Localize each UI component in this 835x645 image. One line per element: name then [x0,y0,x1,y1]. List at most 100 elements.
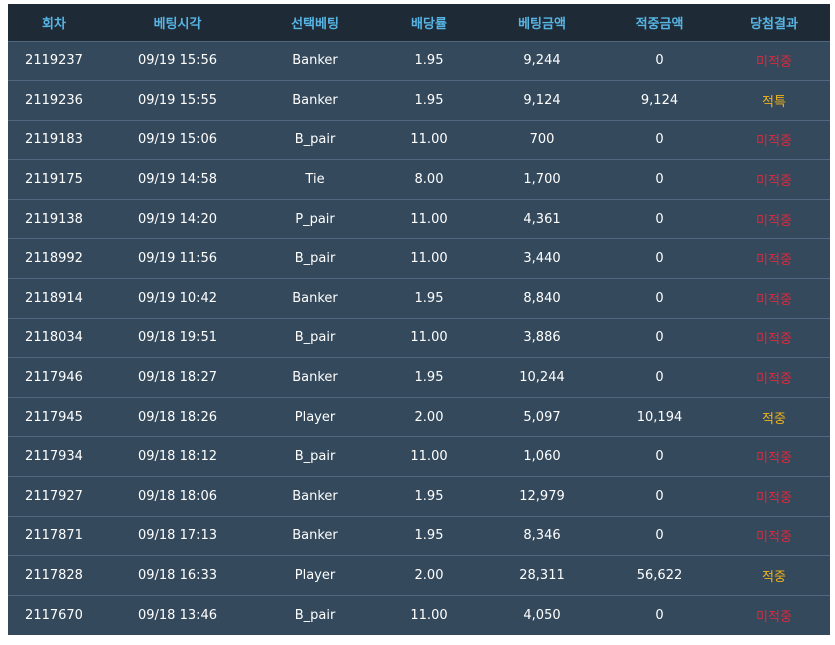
pick-cell: Banker [292,290,338,306]
round-cell: 2119237 [25,53,83,69]
payout-cell: 9,124 [640,92,679,108]
bet-amount-cell: 8,840 [523,290,561,306]
pick-cell: Tie [305,172,325,188]
round-cell: 2117871 [25,528,83,544]
betting-history-panel: 회차 베팅시각 선택베팅 배당률 베팅금액 적중금액 당첨결과 2119237 0… [8,4,830,635]
payout-cell: 0 [655,488,664,504]
bet-time-cell: 09/19 11:56 [137,251,218,267]
table-row: 2117871 09/18 17:13 Banker 1.95 8,346 0 미적중 [8,516,830,556]
pick-cell: Banker [292,370,338,386]
bet-amount-cell: 1,060 [523,449,561,465]
bet-amount-cell: 9,244 [523,53,561,69]
pick-cell: B_pair [294,449,336,465]
table-row: 2119236 09/19 15:55 Banker 1.95 9,124 9,124 적특 [8,80,830,121]
bet-amount-cell: 4,050 [523,607,561,623]
payout-cell: 0 [655,211,664,227]
bet-time-cell: 09/18 18:06 [137,488,218,504]
betting-history-table: 회차 베팅시각 선택베팅 배당률 베팅금액 적중금액 당첨결과 2119237 0… [8,4,830,635]
result-cell: 미적중 [756,174,792,190]
round-cell: 2117828 [25,568,83,584]
bet-amount-cell: 8,346 [523,528,561,544]
payout-cell: 0 [655,607,664,623]
odds-cell: 11.00 [410,449,448,465]
bet-time-cell: 09/18 16:33 [137,568,218,584]
bet-amount-cell: 700 [529,132,555,148]
table-row: 2117927 09/18 18:06 Banker 1.95 12,979 0 미적중 [8,476,830,517]
result-cell: 미적중 [756,609,792,625]
bet-time-cell: 09/19 15:55 [137,92,218,108]
bet-amount-cell: 3,886 [523,330,561,346]
table-row: 2119237 09/19 15:56 Banker 1.95 9,244 0 미적중 [8,41,830,81]
column-header-bet-time: 베팅시각 [153,16,202,32]
round-cell: 2119236 [25,92,83,108]
payout-cell: 0 [655,251,664,267]
pick-cell: B_pair [294,607,336,623]
round-cell: 2119183 [25,132,83,148]
odds-cell: 1.95 [414,92,444,108]
odds-cell: 1.95 [414,370,444,386]
bet-amount-cell: 9,124 [523,92,561,108]
bet-time-cell: 09/18 17:13 [137,528,218,544]
payout-cell: 0 [655,330,664,346]
column-header-round: 회차 [42,16,66,32]
bet-time-cell: 09/19 14:58 [137,172,218,188]
bet-time-cell: 09/19 15:56 [137,53,218,69]
payout-cell: 0 [655,290,664,306]
table-row: 2117828 09/18 16:33 Player 2.00 28,311 56,622… [8,555,830,596]
odds-cell: 11.00 [410,132,448,148]
table-row: 2119183 09/19 15:06 B_pair 11.00 700 0 미적중 [8,120,830,160]
table-row: 2118992 09/19 11:56 B_pair 11.00 3,440 0 미적중 [8,238,830,279]
pick-cell: B_pair [294,251,336,267]
result-cell: 미적중 [756,253,792,269]
round-cell: 2118914 [25,290,83,306]
bet-time-cell: 09/19 14:20 [137,211,218,227]
table-row: 2118914 09/19 10:42 Banker 1.95 8,840 0 미적중 [8,278,830,319]
payout-cell: 0 [655,53,664,69]
round-cell: 2117945 [25,409,83,425]
round-cell: 2117934 [25,449,83,465]
odds-cell: 2.00 [414,409,444,425]
table-row: 2118034 09/18 19:51 B_pair 11.00 3,886 0 미적중 [8,318,830,358]
payout-cell: 0 [655,370,664,386]
table-row: 2117946 09/18 18:27 Banker 1.95 10,244 0 미적중 [8,357,830,398]
round-cell: 2119138 [25,211,83,227]
bet-amount-cell: 4,361 [523,211,561,227]
table-row: 2117670 09/18 13:46 B_pair 11.00 4,050 0 미적중 [8,595,830,635]
bet-time-cell: 09/18 13:46 [137,607,218,623]
header-row: 회차 베팅시각 선택베팅 배당률 베팅금액 적중금액 당첨결과 [8,4,830,41]
column-header-result: 당첨결과 [750,16,798,32]
odds-cell: 11.00 [410,607,448,623]
result-cell: 적중 [762,411,786,427]
bet-amount-cell: 28,311 [519,568,565,584]
odds-cell: 11.00 [410,330,448,346]
round-cell: 2117670 [25,607,83,623]
column-header-odds: 배당률 [411,16,447,32]
pick-cell: Player [294,568,336,584]
result-cell: 미적중 [756,134,792,150]
result-cell: 미적중 [756,292,792,308]
payout-cell: 56,622 [636,568,683,584]
pick-cell: Banker [292,53,338,69]
bet-time-cell: 09/18 18:26 [137,409,218,425]
column-header-bet-amount: 베팅금액 [518,16,566,32]
bet-time-cell: 09/18 18:27 [137,370,218,386]
pick-cell: B_pair [294,330,336,346]
payout-cell: 0 [655,172,664,188]
round-cell: 2117927 [25,488,83,504]
bet-amount-cell: 5,097 [523,409,561,425]
payout-cell: 0 [655,449,664,465]
result-cell: 미적중 [756,530,792,546]
odds-cell: 1.95 [414,53,444,69]
table-header: 회차 베팅시각 선택베팅 배당률 베팅금액 적중금액 당첨결과 [8,4,830,41]
result-cell: 미적중 [756,490,792,506]
pick-cell: Player [294,409,336,425]
pick-cell: B_pair [294,132,336,148]
column-header-pick: 선택베팅 [291,16,339,32]
payout-cell: 0 [655,132,664,148]
bet-amount-cell: 10,244 [519,370,565,386]
result-cell: 미적중 [756,451,792,467]
bet-time-cell: 09/19 15:06 [137,132,218,148]
odds-cell: 2.00 [414,568,444,584]
table-row: 2119138 09/19 14:20 P_pair 11.00 4,361 0 미적중 [8,199,830,239]
result-cell: 미적중 [756,213,792,229]
